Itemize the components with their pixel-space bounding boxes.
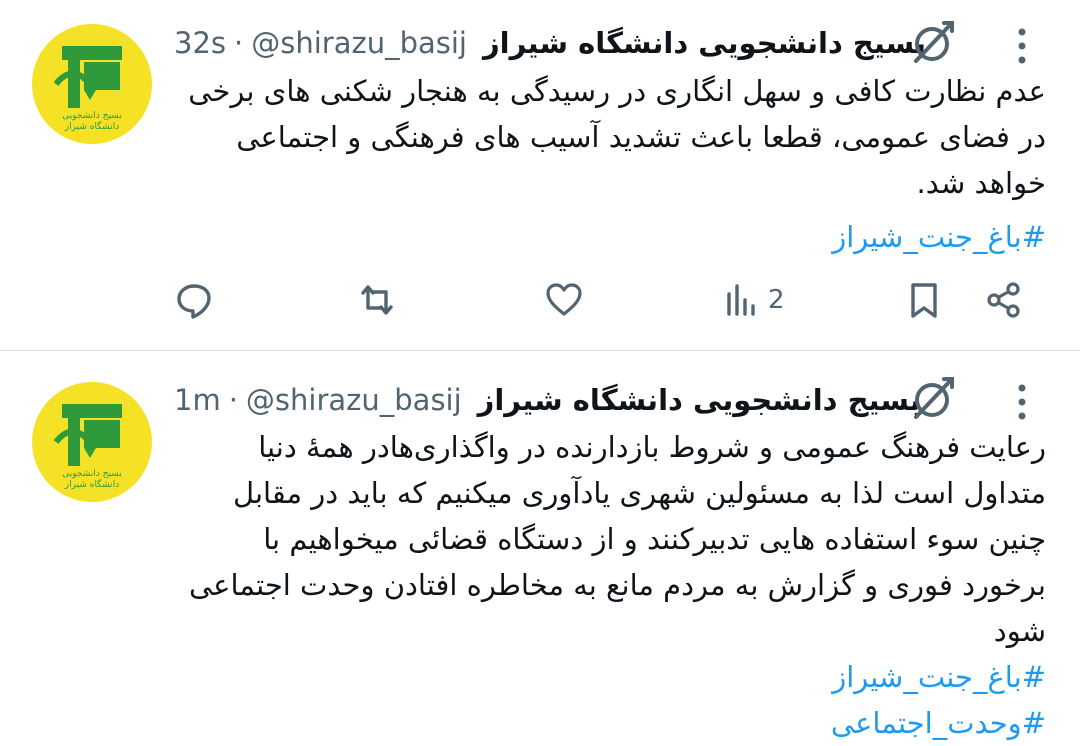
separator: · (228, 383, 238, 417)
avatar[interactable]: بسیج دانشجویی دانشگاه شیراز (32, 382, 152, 502)
timestamp[interactable]: 1m (174, 383, 221, 417)
tweet-text: رعایت فرهنگ عمومی و شروط بازدارنده در وا… (189, 430, 1046, 648)
hashtag-link[interactable]: #وحدت_اجتماعی (174, 700, 1046, 746)
basij-logo-icon: بسیج دانشجویی دانشگاه شیراز (53, 404, 122, 490)
tweet-header: 1m · @shirazu_basij بسیج دانشجویی دانشگا… (174, 375, 921, 425)
avatar-text-line: دانشگاه شیراز (64, 478, 119, 490)
tweet-text-container: رعایت فرهنگ عمومی و شروط بازدارنده در وا… (174, 424, 1046, 746)
more-options-icon[interactable] (1012, 380, 1032, 424)
avatar-text-line: بسیج دانشجویی (62, 469, 121, 479)
author-name[interactable]: بسیج دانشجویی دانشگاه شیراز (478, 383, 921, 417)
tweet[interactable]: بسیج دانشجویی دانشگاه شیراز 1m · @shiraz… (0, 0, 1080, 740)
user-handle[interactable]: @shirazu_basij (246, 383, 462, 417)
grok-icon[interactable] (906, 373, 958, 425)
hashtag-link[interactable]: #باغ_جنت_شیراز (174, 654, 1046, 700)
